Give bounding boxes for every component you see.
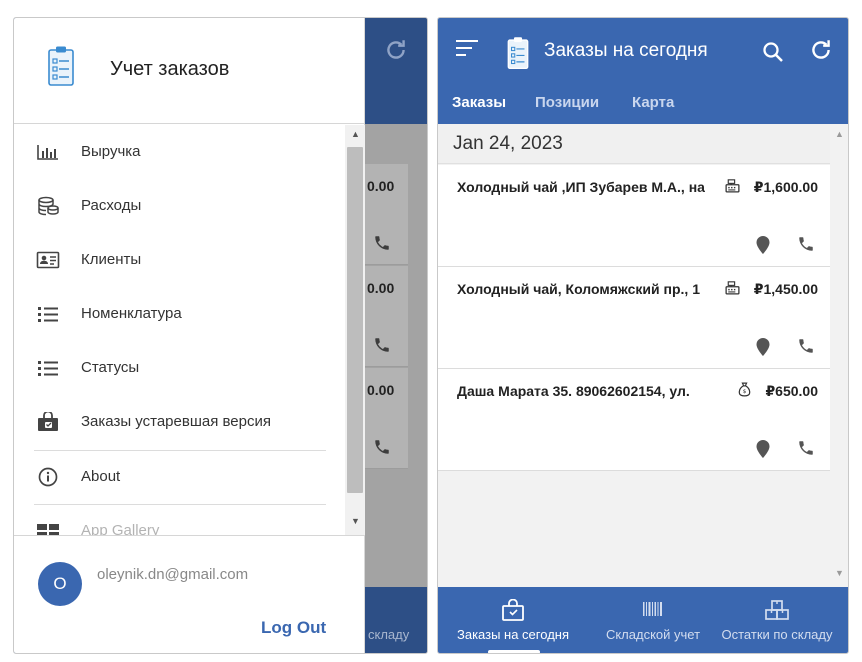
cash-register-icon	[724, 177, 741, 199]
refresh-icon[interactable]	[808, 37, 834, 68]
nav-stock[interactable]: Остатки по складу	[714, 587, 840, 653]
drawer-footer: O oleynik.dn@gmail.com Log Out	[14, 535, 364, 653]
drawer-item-statuses[interactable]: Статусы	[14, 341, 345, 395]
drawer-item-expenses[interactable]: Расходы	[14, 179, 345, 233]
drawer-item-app-gallery[interactable]: App Gallery	[14, 504, 345, 535]
boxes-icon	[764, 599, 790, 624]
scrollbar-thumb[interactable]	[347, 147, 363, 493]
dimmed-bottom-label: складу	[368, 627, 410, 642]
gallery-grid-icon	[36, 521, 60, 535]
info-icon	[36, 467, 60, 487]
clipboard-icon	[47, 45, 75, 92]
drawer-item-label: App Gallery	[81, 522, 160, 535]
drawer-item-label: Заказы устаревшая версия	[81, 413, 271, 430]
nav-label: Остатки по складу	[721, 627, 833, 642]
tab-orders[interactable]: Заказы	[452, 94, 506, 111]
scroll-up-arrow-icon[interactable]: ▲	[351, 129, 360, 139]
drawer-item-legacy-orders[interactable]: Заказы устаревшая версия	[14, 395, 345, 449]
list-scrollbar[interactable]: ▲ ▼	[830, 124, 848, 587]
location-pin-icon[interactable]	[755, 439, 771, 464]
tab-map[interactable]: Карта	[632, 94, 674, 111]
drawer-item-label: About	[81, 468, 121, 485]
coins-stack-icon	[36, 196, 60, 216]
drawer-item-label: Расходы	[81, 197, 142, 214]
list-icon	[36, 304, 60, 324]
money-bag-icon: $	[736, 381, 753, 403]
svg-text:$: $	[743, 389, 747, 395]
refresh-icon	[383, 37, 409, 68]
drawer-scrollbar[interactable]: ▲ ▼	[345, 125, 365, 535]
left-screen: 0.00 0.00 0.00 складу Учет заказов Выруч…	[13, 17, 428, 654]
order-price: ₽1,600.00	[753, 179, 818, 195]
scroll-up-arrow-icon[interactable]: ▲	[835, 129, 844, 139]
clipboard-icon	[506, 36, 530, 75]
search-icon[interactable]	[761, 40, 785, 69]
nav-label: Заказы на сегодня	[456, 627, 569, 642]
nav-warehouse[interactable]: Складской учет	[588, 587, 718, 653]
drawer-title: Учет заказов	[110, 58, 230, 80]
drawer-item-revenue[interactable]: Выручка	[14, 125, 345, 179]
phone-icon[interactable]	[796, 337, 816, 360]
drawer-item-about[interactable]: About	[14, 450, 345, 504]
order-card[interactable]: Даша Марата 35. 89062602154, ул. $ ₽650.…	[438, 369, 830, 471]
scroll-down-arrow-icon[interactable]: ▼	[835, 568, 844, 578]
order-description: Холодный чай ,ИП Зубарев М.А., на	[457, 179, 705, 195]
drawer-header: Учет заказов	[14, 18, 364, 124]
phone-icon	[372, 438, 392, 461]
drawer-item-nomenclature[interactable]: Номенклатура	[14, 287, 345, 341]
avatar: O	[38, 562, 82, 606]
active-tab-indicator	[488, 650, 540, 653]
location-pin-icon[interactable]	[755, 235, 771, 260]
drawer-item-label: Номенклатура	[81, 305, 182, 322]
nav-label: Складской учет	[605, 627, 701, 642]
cash-register-icon	[724, 279, 741, 301]
dimmed-price: 0.00	[367, 280, 395, 296]
order-price: ₽1,450.00	[753, 281, 818, 297]
dimmed-price: 0.00	[367, 178, 395, 194]
scroll-down-arrow-icon[interactable]: ▼	[351, 516, 360, 526]
dimmed-order-card: 0.00	[364, 164, 408, 265]
menu-icon[interactable]	[456, 40, 478, 60]
shopping-bag-icon	[501, 598, 525, 624]
navigation-drawer: Учет заказов Выручка Расходы Клиенты Ном…	[14, 18, 365, 653]
order-description: Даша Марата 35. 89062602154, ул.	[457, 383, 690, 399]
list-icon	[36, 358, 60, 378]
dimmed-price: 0.00	[367, 382, 395, 398]
drawer-item-clients[interactable]: Клиенты	[14, 233, 345, 287]
page-title: Заказы на сегодня	[544, 40, 708, 61]
dimmed-order-card: 0.00	[364, 266, 408, 367]
logout-button[interactable]: Log Out	[261, 618, 326, 638]
dimmed-scrollbar	[408, 124, 427, 587]
bottom-navigation: Заказы на сегодня Складской учет Остатки…	[438, 587, 848, 653]
order-card[interactable]: Холодный чай ,ИП Зубарев М.А., на ₽1,600…	[438, 165, 830, 267]
phone-icon[interactable]	[796, 439, 816, 462]
dimmed-order-card: 0.00	[364, 368, 408, 469]
date-header-label: Jan 24, 2023	[453, 133, 563, 154]
phone-icon	[372, 336, 392, 359]
barcode-icon	[641, 599, 665, 622]
phone-icon	[372, 234, 392, 257]
right-screen: Заказы на сегодня Заказы Позиции Карта J…	[437, 17, 849, 654]
tab-positions[interactable]: Позиции	[535, 94, 599, 111]
order-description: Холодный чай, Коломяжский пр., 1	[457, 281, 700, 297]
contact-card-icon	[36, 250, 60, 270]
phone-icon[interactable]	[796, 235, 816, 258]
orders-list: Jan 24, 2023 Холодный чай ,ИП Зубарев М.…	[438, 124, 830, 587]
drawer-item-label: Клиенты	[81, 251, 142, 268]
order-card[interactable]: Холодный чай, Коломяжский пр., 1 ₽1,450.…	[438, 267, 830, 369]
date-header: Jan 24, 2023	[438, 124, 830, 164]
location-pin-icon[interactable]	[755, 337, 771, 362]
drawer-menu: Выручка Расходы Клиенты Номенклатура Ста…	[14, 125, 345, 535]
tab-bar: Заказы Позиции Карта	[438, 94, 848, 124]
drawer-item-label: Выручка	[81, 143, 141, 160]
drawer-item-label: Статусы	[81, 359, 140, 376]
user-email: oleynik.dn@gmail.com	[97, 566, 249, 583]
shopping-bag-icon	[36, 410, 60, 432]
order-price: ₽650.00	[765, 383, 818, 399]
bar-chart-icon	[36, 142, 60, 162]
app-bar: Заказы на сегодня Заказы Позиции Карта	[438, 18, 848, 124]
nav-today-orders[interactable]: Заказы на сегодня	[438, 587, 588, 653]
